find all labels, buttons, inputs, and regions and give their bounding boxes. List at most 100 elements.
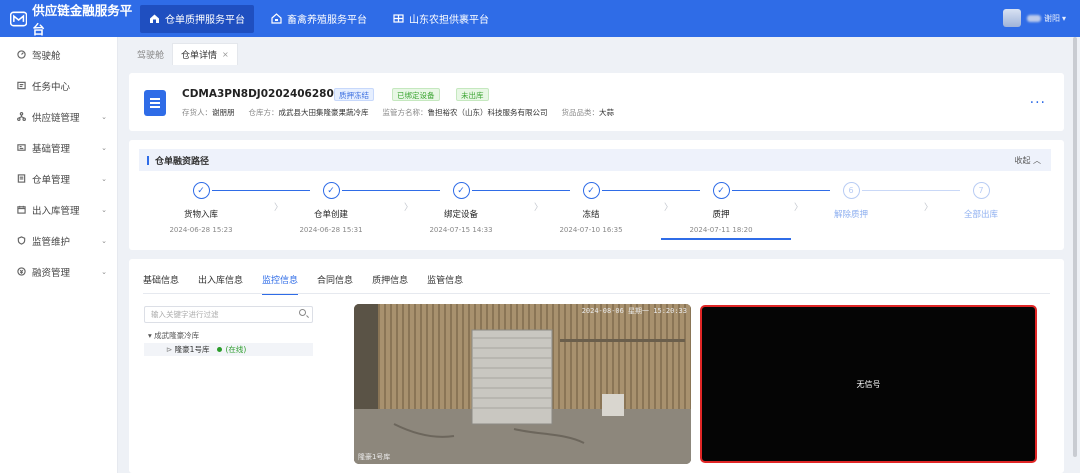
receipt-meta: 存货人：谢朋朋 仓库方：成武县大田集隆豪果蔬冷库 监管方名称：鲁担裕农（山东）科… <box>182 107 614 118</box>
step-pledge[interactable]: ✓ 质押 2024-07-11 18:20 <box>671 182 771 234</box>
topnav-tab-label: 仓单质押服务平台 <box>165 15 245 26</box>
step-label: 质押 <box>712 210 730 220</box>
app-title: 供应链金融服务平台 <box>32 2 133 37</box>
tab-basic-info[interactable]: 基础信息 <box>143 273 179 295</box>
chevron-down-icon: ⌄ <box>101 236 107 245</box>
calendar-icon <box>17 205 26 214</box>
search-input[interactable]: 输入关键字进行过滤 <box>144 306 313 323</box>
page-tab-receipt-detail[interactable]: 仓单详情 × <box>172 43 238 65</box>
sidebar-item-label: 仓单管理 <box>32 174 71 186</box>
sidebar-item-label: 融资管理 <box>32 267 71 279</box>
sidebar-item-label: 出入库管理 <box>32 205 80 217</box>
step-label: 仓单创建 <box>313 210 348 220</box>
meta-depositor: 存货人：谢朋朋 <box>182 108 235 117</box>
check-icon: ✓ <box>322 182 340 199</box>
step-number: 6 <box>842 182 860 199</box>
tab-contract-info[interactable]: 合同信息 <box>317 273 353 295</box>
camera-feed-1[interactable]: 2024-08-06 星期一 15:20:33 隆豪1号库 <box>354 304 691 464</box>
network-icon <box>17 112 26 121</box>
sidebar-item-label: 供应链管理 <box>32 112 80 124</box>
search-placeholder: 输入关键字进行过滤 <box>151 310 219 319</box>
chevron-down-icon: ⌄ <box>101 174 107 183</box>
page-tab-cockpit[interactable]: 驾驶舱 <box>129 43 173 65</box>
tree-node-root[interactable]: ▾ 成武隆豪冷库 <box>148 330 199 341</box>
sidebar-item-label: 任务中心 <box>32 81 71 93</box>
check-icon: ✓ <box>192 182 210 199</box>
tab-inout-info[interactable]: 出入库信息 <box>198 273 243 295</box>
sidebar-item-basic[interactable]: 基础管理 ⌄ <box>0 132 117 163</box>
chevron-down-icon: ⌄ <box>101 205 107 214</box>
tree-node-label: 隆豪1号库 <box>174 345 210 354</box>
page-tab-label: 驾驶舱 <box>137 50 165 61</box>
app-logo[interactable]: 供应链金融服务平台 <box>0 0 140 38</box>
avatar <box>1002 9 1021 27</box>
section-header: 仓单融资路径 收起 ︿ <box>139 149 1051 171</box>
user-name: 谢阳 <box>1043 13 1060 23</box>
step-label: 全部出库 <box>963 210 998 220</box>
document-icon <box>17 174 26 183</box>
topnav-tab-guarantee[interactable]: 山东农担供裹平台 <box>384 5 498 33</box>
topnav-tab-livestock[interactable]: 畜禽养殖服务平台 <box>262 5 376 33</box>
sidebar-item-label: 监管维护 <box>32 236 71 248</box>
active-step-indicator <box>661 238 791 240</box>
dashboard-icon <box>17 50 26 59</box>
shield-icon <box>17 236 26 245</box>
sidebar-item-finance[interactable]: 融资管理 ⌄ <box>0 256 117 287</box>
sidebar-item-tasks[interactable]: 任务中心 <box>0 70 117 101</box>
collapse-button[interactable]: 收起 ︿ <box>1014 155 1041 166</box>
receipt-header-card: CDMA3PN8DJ02024062800007 质押冻结 已绑定设备 未出库 … <box>129 73 1064 131</box>
step-receipt-created: ✓ 仓单创建 2024-06-28 15:31 <box>281 182 381 234</box>
financing-path-card: 仓单融资路径 收起 ︿ 〉 〉 〉 〉 〉 〉 ✓ 货物入库 2024-06-2… <box>129 140 1064 250</box>
tab-monitor-info[interactable]: 监控信息 <box>262 273 299 295</box>
step-all-out: 7 全部出库 <box>931 182 1031 220</box>
tab-pledge-info[interactable]: 质押信息 <box>372 273 408 295</box>
step-release-pledge: 6 解除质押 <box>801 182 901 220</box>
chevron-down-icon: ⌄ <box>101 143 107 152</box>
document-icon <box>144 90 166 116</box>
topnav-tab-warehouse[interactable]: 仓单质押服务平台 <box>140 4 254 33</box>
chevron-down-icon: ⌄ <box>101 112 107 121</box>
sidebar-item-label: 驾驶舱 <box>32 50 61 62</box>
meta-warehouse: 仓库方：成武县大田集隆豪果蔬冷库 <box>248 108 369 117</box>
sidebar-item-supervision[interactable]: 监管维护 ⌄ <box>0 225 117 256</box>
meta-category: 货品品类：大蒜 <box>561 108 615 117</box>
no-signal-text: 无信号 <box>856 379 881 389</box>
camera-osd-timestamp: 2024-08-06 星期一 15:20:33 <box>581 307 687 315</box>
camera-osd-label: 隆豪1号库 <box>358 453 391 461</box>
sidebar-item-supply-chain[interactable]: 供应链管理 ⌄ <box>0 101 117 132</box>
step-freeze: ✓ 冻结 2024-07-10 16:35 <box>541 182 641 234</box>
home-icon <box>150 14 159 23</box>
section-title: 仓单融资路径 <box>155 156 210 167</box>
close-icon[interactable]: × <box>222 50 229 59</box>
tab-supervision-info[interactable]: 监管信息 <box>427 273 463 295</box>
sidebar-item-cockpit[interactable]: 驾驶舱 <box>0 39 117 70</box>
sidebar: 驾驶舱 任务中心 供应链管理 ⌄ 基础管理 ⌄ 仓单管理 ⌄ 出入库管理 ⌄ 监… <box>0 37 118 473</box>
card-icon <box>17 144 26 151</box>
step-time: 2024-07-11 18:20 <box>689 226 753 234</box>
coin-icon <box>17 267 26 276</box>
info-card: 基础信息 出入库信息 监控信息 合同信息 质押信息 监管信息 输入关键字进行过滤… <box>129 259 1064 473</box>
step-time: 2024-07-15 14:33 <box>429 226 493 234</box>
grid-icon <box>393 14 404 23</box>
topnav-tab-label: 畜禽养殖服务平台 <box>287 15 367 26</box>
scrollbar[interactable] <box>1073 37 1077 457</box>
tree-node-camera[interactable]: ⊳ 隆豪1号库 (在线) <box>144 343 313 356</box>
search-icon[interactable] <box>299 309 306 316</box>
building-icon <box>271 13 282 24</box>
user-menu[interactable]: 谢阳 ▾ <box>1002 9 1066 27</box>
info-tabs: 基础信息 出入库信息 监控信息 合同信息 质押信息 监管信息 <box>143 273 463 295</box>
step-label: 绑定设备 <box>443 210 478 220</box>
chevron-down-icon: ⌄ <box>101 267 107 276</box>
user-name-blur <box>1026 14 1041 22</box>
step-time: 2024-06-28 15:23 <box>169 226 233 234</box>
task-icon <box>17 81 26 90</box>
check-icon: ✓ <box>582 182 600 199</box>
tabs-divider <box>143 293 1050 294</box>
status-badge: 质押冻结 <box>334 88 374 101</box>
step-label: 货物入库 <box>183 210 218 220</box>
sidebar-item-inout[interactable]: 出入库管理 ⌄ <box>0 194 117 225</box>
more-icon[interactable]: ··· <box>1030 95 1046 111</box>
logo-icon <box>10 11 28 26</box>
camera-feed-2[interactable]: 无信号 <box>700 305 1037 463</box>
sidebar-item-receipts[interactable]: 仓单管理 ⌄ <box>0 163 117 194</box>
